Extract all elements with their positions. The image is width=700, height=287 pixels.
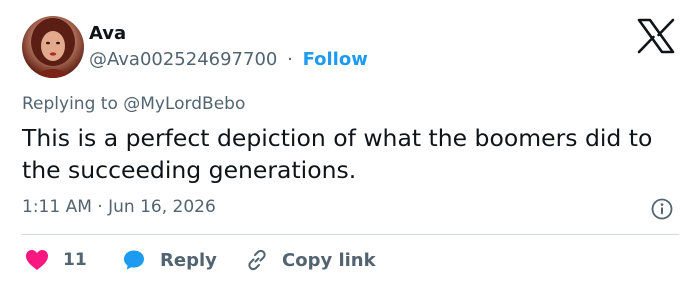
author-handle-row: @Ava002524697700 · Follow (89, 49, 368, 70)
divider (22, 234, 679, 235)
tweet-card: Ava @Ava002524697700 · Follow Replying t… (0, 0, 700, 287)
like-button[interactable]: 11 (25, 248, 87, 272)
replying-to-handle[interactable]: @MyLordBebo (123, 94, 245, 114)
reply-label: Reply (160, 249, 217, 271)
avatar[interactable] (22, 16, 84, 78)
tweet-text: This is a perfect depiction of what the … (22, 124, 653, 184)
link-icon (248, 249, 266, 271)
follow-button[interactable]: Follow (303, 49, 368, 70)
handle-separator: · (287, 49, 293, 70)
like-count: 11 (63, 250, 87, 270)
reply-button[interactable]: Reply (122, 248, 217, 272)
tweet-time: 1:11 AM (22, 197, 92, 217)
timestamp-separator: · (97, 197, 103, 217)
copy-link-label: Copy link (282, 249, 376, 271)
x-logo-icon[interactable] (636, 18, 676, 54)
copy-link-button[interactable]: Copy link (245, 248, 376, 272)
avatar-portrait (31, 18, 75, 78)
tweet-timestamp[interactable]: 1:11 AM · Jun 16, 2026 (22, 197, 216, 217)
replying-to: Replying to @MyLordBebo (22, 94, 245, 114)
heart-icon (26, 250, 48, 270)
tweet-date: Jun 16, 2026 (108, 197, 216, 217)
replying-to-prefix: Replying to (22, 94, 118, 114)
author-name[interactable]: Ava (89, 23, 126, 44)
speech-bubble-icon (124, 250, 144, 270)
author-handle[interactable]: @Ava002524697700 (89, 49, 277, 70)
info-icon[interactable] (651, 198, 673, 220)
